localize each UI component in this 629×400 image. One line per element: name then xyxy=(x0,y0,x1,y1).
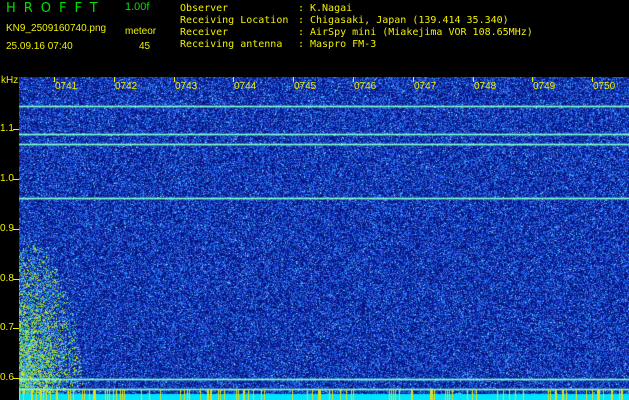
x-tick-label: 0745 xyxy=(294,81,317,92)
info-row-observer: Observer: K.Nagai xyxy=(180,3,353,14)
observation-datetime: 25.09.16 07:40 xyxy=(6,41,73,52)
info-value: K.Nagai xyxy=(310,3,353,14)
info-row-location: Receiving Location: Chigasaki, Japan (139… xyxy=(180,15,509,26)
x-tick-mark xyxy=(473,77,474,82)
y-tick-mark xyxy=(13,378,19,379)
x-tick-mark xyxy=(174,77,175,82)
info-value: AirSpy mini (Miakejima VOR 108.65MHz) xyxy=(310,27,533,38)
x-tick-mark xyxy=(233,77,234,82)
info-key: Receiving antenna xyxy=(180,39,283,50)
x-tick-mark xyxy=(293,77,294,82)
x-tick-label: 0748 xyxy=(474,81,497,92)
x-tick-mark xyxy=(592,77,593,82)
x-tick-label: 0741 xyxy=(55,81,78,92)
x-tick-label: 0749 xyxy=(533,81,556,92)
info-value: Maspro FM-3 xyxy=(310,39,377,50)
x-tick-mark xyxy=(54,77,55,82)
header-panel: HROFFT 1.00f KN9_2509160740.png meteor 2… xyxy=(0,0,629,76)
app-version: 1.00f xyxy=(125,1,150,13)
x-tick-label: 0750 xyxy=(593,81,616,92)
x-tick-mark xyxy=(413,77,414,82)
y-axis-unit: kHz xyxy=(1,75,19,86)
info-key: Receiver xyxy=(180,27,229,38)
x-tick-mark xyxy=(114,77,115,82)
y-tick-mark xyxy=(13,279,19,280)
x-tick-label: 0743 xyxy=(175,81,198,92)
spectrogram-canvas xyxy=(19,77,629,400)
x-tick-mark xyxy=(532,77,533,82)
y-tick-mark xyxy=(13,229,19,230)
x-tick-label: 0746 xyxy=(354,81,377,92)
x-tick-mark xyxy=(353,77,354,82)
meteor-count-label: meteor xyxy=(125,26,157,37)
x-tick-label: 0747 xyxy=(414,81,437,92)
x-tick-label: 0742 xyxy=(115,81,138,92)
y-tick-mark xyxy=(13,179,19,180)
meteor-count-value: 45 xyxy=(139,41,151,52)
x-tick-label: 0744 xyxy=(234,81,257,92)
info-row-antenna: Receiving antenna: Maspro FM-3 xyxy=(180,39,377,50)
y-tick-mark xyxy=(13,129,19,130)
file-name: KN9_2509160740.png xyxy=(6,23,107,34)
info-row-receiver: Receiver: AirSpy mini (Miakejima VOR 108.… xyxy=(180,27,533,38)
info-key: Receiving Location xyxy=(180,15,289,26)
app-title: HROFFT xyxy=(6,1,106,16)
info-value: Chigasaki, Japan (139.414 35.340) xyxy=(310,15,509,26)
spectrogram-plot xyxy=(19,77,629,400)
y-tick-mark xyxy=(13,328,19,329)
info-key: Observer xyxy=(180,3,229,14)
